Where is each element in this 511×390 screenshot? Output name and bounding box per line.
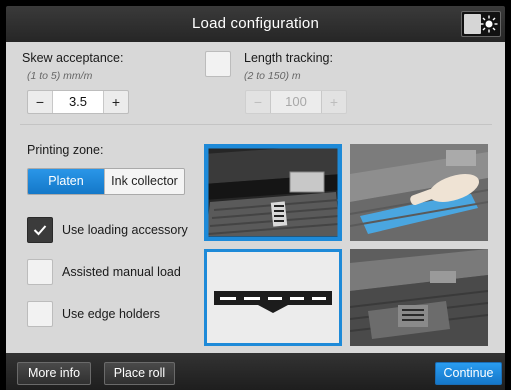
place-roll-button[interactable]: Place roll (104, 362, 175, 385)
printing-zone-option-ink-collector[interactable]: Ink collector (104, 169, 184, 194)
more-info-button[interactable]: More info (17, 362, 91, 385)
loading-accessory-label: Use loading accessory (62, 223, 188, 237)
skew-stepper: − 3.5 + (27, 90, 129, 114)
length-tracking-checkbox[interactable] (205, 51, 231, 77)
platen-photo-image (204, 144, 342, 241)
skew-decrement-button[interactable]: − (28, 91, 52, 113)
section-divider (20, 124, 492, 125)
printer-screen: Load configuration Skew acceptance: (1 t… (0, 0, 511, 390)
loading-accessory-illustration[interactable] (204, 249, 342, 346)
skew-acceptance-label: Skew acceptance: (22, 51, 124, 65)
footer-bar: More info Place roll Continue (6, 353, 505, 390)
brightness-swatch (464, 14, 481, 34)
loading-accessory-checkbox[interactable] (27, 217, 53, 243)
skew-increment-button[interactable]: + (104, 91, 128, 113)
edge-holders-checkbox[interactable] (27, 301, 53, 327)
printing-zone-option-platen[interactable]: Platen (28, 169, 104, 194)
assisted-manual-load-label: Assisted manual load (62, 265, 181, 279)
printing-zone-selector: Platen Ink collector (27, 168, 185, 195)
content-panel: Skew acceptance: (1 to 5) mm/m − 3.5 + L… (6, 42, 505, 353)
length-tracking-label: Length tracking: (244, 51, 333, 65)
edge-holders-label: Use edge holders (62, 307, 160, 321)
ink-collector-illustration[interactable] (350, 144, 488, 241)
length-increment-button[interactable]: + (322, 91, 346, 113)
page-title: Load configuration (191, 15, 320, 32)
length-tracking-range-hint: (2 to 150) m (244, 70, 301, 82)
edge-holders-illustration[interactable] (350, 249, 488, 346)
edge-holders-photo-image (350, 249, 488, 346)
length-value-field[interactable]: 100 (270, 91, 322, 113)
platen-illustration[interactable] (204, 144, 342, 241)
title-bar: Load configuration (6, 6, 505, 42)
continue-button[interactable]: Continue (435, 362, 502, 385)
skew-range-hint: (1 to 5) mm/m (27, 70, 93, 82)
length-tracking-stepper: − 100 + (245, 90, 347, 114)
hand-loading-photo-image (350, 144, 488, 241)
loading-accessory-diagram-image (204, 249, 342, 346)
printing-zone-label: Printing zone: (27, 143, 104, 157)
length-decrement-button[interactable]: − (246, 91, 270, 113)
checkmark-icon (33, 225, 47, 236)
skew-value-field[interactable]: 3.5 (52, 91, 104, 113)
assisted-manual-load-checkbox[interactable] (27, 259, 53, 285)
sun-icon (480, 15, 498, 33)
brightness-button[interactable] (461, 11, 501, 37)
